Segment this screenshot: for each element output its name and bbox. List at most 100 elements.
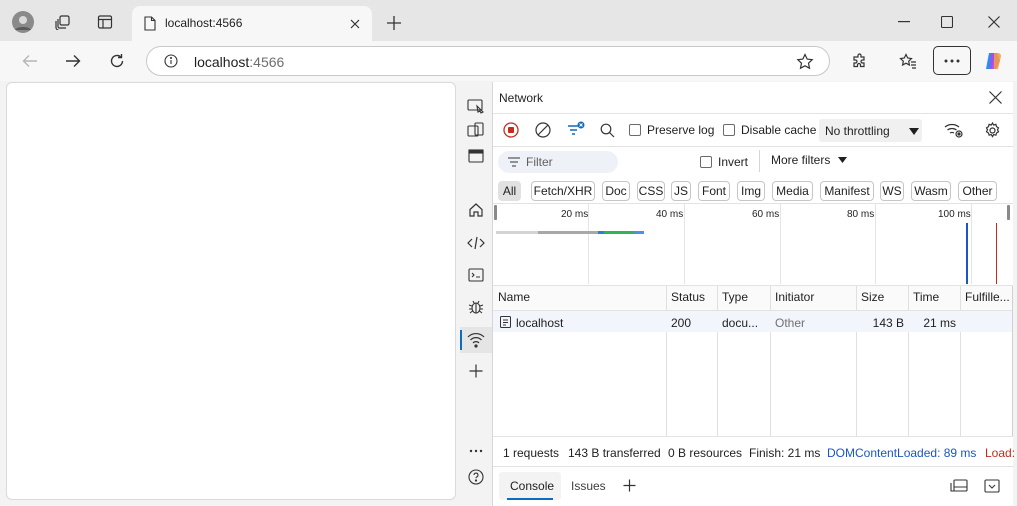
active-tab-indicator bbox=[507, 498, 553, 500]
timeline-tick-label: 100 ms bbox=[938, 209, 971, 220]
settings-more-button[interactable] bbox=[933, 46, 971, 75]
column-header-name[interactable]: Name bbox=[498, 290, 530, 304]
type-filter-ws[interactable]: WS bbox=[880, 181, 904, 201]
device-emulation-icon[interactable] bbox=[465, 95, 487, 117]
dock-drawer-icon[interactable] bbox=[949, 476, 969, 496]
type-filter-js[interactable]: JS bbox=[671, 181, 691, 201]
dock-panel-icon[interactable] bbox=[465, 145, 487, 167]
cell-size: 143 B bbox=[872, 316, 904, 330]
throttling-select[interactable]: No throttling bbox=[819, 119, 922, 142]
new-tab-icon[interactable] bbox=[383, 12, 405, 34]
elements-icon[interactable] bbox=[465, 232, 487, 254]
timeline-tick-label: 80 ms bbox=[847, 209, 875, 220]
extensions-icon[interactable] bbox=[848, 49, 872, 73]
waterfall-bar-queue bbox=[496, 231, 538, 234]
cell-status: 200 bbox=[671, 316, 692, 330]
tab-close-icon[interactable] bbox=[346, 15, 364, 33]
address-bar[interactable]: localhost:4566 bbox=[146, 46, 830, 76]
summary-resources: 0 B resources bbox=[668, 446, 743, 460]
type-filter-fetch-xhr[interactable]: Fetch/XHR bbox=[531, 181, 595, 201]
more-filters-dropdown[interactable]: More filters bbox=[771, 153, 848, 167]
network-conditions-icon[interactable] bbox=[943, 119, 965, 141]
cell-name[interactable]: localhost bbox=[516, 316, 563, 330]
cell-type: docu... bbox=[722, 316, 759, 330]
disable-cache-label: Disable cache bbox=[741, 123, 817, 137]
close-devtools-icon[interactable] bbox=[985, 87, 1005, 107]
column-header-time[interactable]: Time bbox=[913, 290, 939, 304]
copilot-icon[interactable] bbox=[981, 49, 1005, 73]
timeline-right-handle[interactable] bbox=[1007, 205, 1010, 220]
timeline-gridline bbox=[684, 203, 685, 284]
filter-toggle-icon[interactable] bbox=[565, 119, 587, 139]
vertical-tabs-icon[interactable] bbox=[94, 11, 116, 33]
timeline-tick-label: 40 ms bbox=[656, 209, 684, 220]
waterfall-bar-download bbox=[634, 231, 644, 234]
chevron-down-icon bbox=[908, 125, 920, 137]
column-header-type[interactable]: Type bbox=[722, 290, 748, 304]
search-icon[interactable] bbox=[597, 120, 617, 140]
more-tools-icon[interactable] bbox=[465, 360, 487, 382]
divider bbox=[493, 436, 1013, 437]
type-filter-doc[interactable]: Doc bbox=[602, 181, 630, 201]
type-filter-img[interactable]: Img bbox=[737, 181, 765, 201]
disable-cache-checkbox[interactable]: Disable cache bbox=[723, 123, 816, 137]
title-bar: localhost:4566 bbox=[0, 0, 1017, 41]
profile-avatar[interactable] bbox=[10, 9, 36, 35]
filter-input[interactable]: Filter bbox=[498, 151, 618, 173]
network-settings-gear-icon[interactable] bbox=[981, 119, 1003, 141]
sources-bug-icon[interactable] bbox=[465, 296, 487, 318]
drawer-tab-console[interactable]: Console bbox=[499, 472, 561, 500]
column-header-size[interactable]: Size bbox=[861, 290, 884, 304]
add-drawer-tab-icon[interactable] bbox=[620, 476, 638, 494]
type-filter-all[interactable]: All bbox=[498, 181, 521, 201]
timeline-gridline bbox=[875, 203, 876, 284]
type-filter-manifest[interactable]: Manifest bbox=[820, 181, 874, 201]
maximize-icon[interactable] bbox=[935, 10, 959, 34]
page-icon bbox=[142, 15, 158, 31]
checkbox-box[interactable] bbox=[700, 156, 712, 168]
clear-icon[interactable] bbox=[533, 120, 553, 140]
table-scrollbar[interactable] bbox=[1012, 286, 1013, 436]
type-filter-font[interactable]: Font bbox=[698, 181, 730, 201]
web-page-content[interactable] bbox=[6, 82, 456, 500]
more-filters-label: More filters bbox=[771, 153, 831, 167]
refresh-icon[interactable] bbox=[105, 49, 129, 73]
column-header-fulfilled[interactable]: Fulfille... bbox=[965, 290, 1010, 304]
column-header-status[interactable]: Status bbox=[671, 290, 705, 304]
column-separator bbox=[770, 286, 771, 436]
console-icon[interactable] bbox=[465, 264, 487, 286]
forward-icon[interactable] bbox=[61, 49, 85, 73]
minimize-icon[interactable] bbox=[892, 10, 916, 34]
column-separator bbox=[666, 286, 667, 436]
browser-tab[interactable]: localhost:4566 bbox=[132, 6, 372, 41]
help-icon[interactable] bbox=[465, 466, 487, 488]
summary-dom-content-loaded: DOMContentLoaded: 89 ms bbox=[827, 446, 977, 460]
type-filter-other[interactable]: Other bbox=[958, 181, 997, 201]
type-filter-media[interactable]: Media bbox=[772, 181, 813, 201]
timeline-tick-label: 60 ms bbox=[752, 209, 780, 220]
type-filter-css[interactable]: CSS bbox=[637, 181, 665, 201]
close-window-icon[interactable] bbox=[982, 10, 1006, 34]
welcome-home-icon[interactable] bbox=[465, 199, 487, 221]
tab-title: localhost:4566 bbox=[165, 16, 243, 30]
address-text: localhost:4566 bbox=[194, 54, 284, 70]
document-icon bbox=[499, 315, 512, 328]
record-stop-icon[interactable] bbox=[501, 120, 521, 140]
checkbox-box[interactable] bbox=[723, 124, 735, 136]
workspaces-icon[interactable] bbox=[52, 11, 74, 33]
drawer-tab-issues[interactable]: Issues bbox=[571, 479, 606, 493]
column-header-initiator[interactable]: Initiator bbox=[775, 290, 814, 304]
collapse-drawer-icon[interactable] bbox=[982, 476, 1002, 496]
inspect-element-icon[interactable] bbox=[465, 119, 487, 141]
more-options-icon[interactable] bbox=[465, 440, 487, 462]
type-filter-wasm[interactable]: Wasm bbox=[911, 181, 951, 201]
timeline-left-handle[interactable] bbox=[494, 205, 497, 220]
invert-checkbox[interactable]: Invert bbox=[700, 155, 748, 169]
checkbox-box[interactable] bbox=[629, 124, 641, 136]
network-tool-icon[interactable] bbox=[460, 327, 492, 353]
favorites-icon[interactable] bbox=[896, 49, 920, 73]
add-favorite-icon[interactable] bbox=[795, 52, 815, 72]
site-info-icon[interactable] bbox=[162, 52, 180, 70]
back-icon[interactable] bbox=[18, 49, 42, 73]
preserve-log-checkbox[interactable]: Preserve log bbox=[629, 123, 714, 137]
